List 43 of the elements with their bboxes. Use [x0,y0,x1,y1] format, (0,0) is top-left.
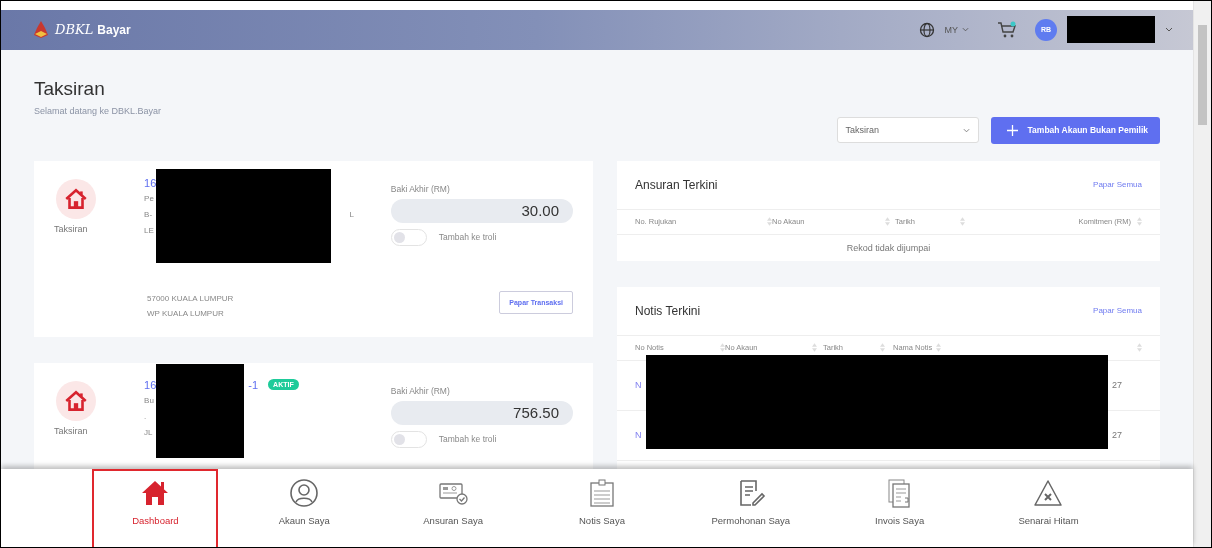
nav-item[interactable]: Ansuran Saya [390,469,517,547]
nav-item[interactable]: Akaun Saya [241,469,368,547]
account-number[interactable]: 16 [144,176,157,189]
nav-item[interactable]: Notis Saya [538,469,665,547]
panel-title: Notis Terkini [635,303,701,318]
table-cell: 27 [1112,380,1122,391]
brand-logo-text: DBKL [55,22,94,38]
balance-amount: 30.00 [390,198,573,223]
language-selector[interactable]: MY [944,24,969,35]
view-all-link[interactable]: Papar Semua [1093,180,1142,190]
toggle-label: Tambah ke troli [438,232,497,243]
address-line: L [349,210,355,220]
address-line: JL [144,428,153,438]
address-line: LE [144,226,154,236]
view-all-link[interactable]: Papar Semua [1093,306,1142,316]
nav-item[interactable]: Senarai Hitam [985,469,1112,547]
account-number[interactable]: 16 [144,378,157,391]
address-line: Bu [144,396,154,406]
balance-label: Baki Akhir (RM) [390,385,451,396]
panel-title: Ansuran Terkini [635,177,718,192]
notice-link[interactable]: N [635,430,642,441]
category-dropdown[interactable]: Taksiran [836,117,979,144]
nav-item[interactable]: Dashboard [92,469,219,547]
nav-item[interactable]: Invois Saya [836,469,963,547]
address-line: WP KUALA LUMPUR [147,308,225,318]
table-cell: 27 [1112,430,1122,441]
notice-link[interactable]: N [635,380,642,391]
page-title: Taksiran [34,77,106,100]
balance-amount: 756.50 [390,400,573,425]
account-type-label: Taksiran [54,223,88,234]
nav-item[interactable]: Permohonan Saya [687,469,814,547]
empty-message: Rekod tidak dijumpai [846,242,931,253]
account-number-suffix[interactable]: -1 [248,378,259,391]
address-line: B- [144,210,153,220]
balance-label: Baki Akhir (RM) [390,183,451,194]
brand-name: Bayar [97,22,131,37]
address-line: 57000 KUALA LUMPUR [147,293,234,303]
account-type-label: Taksiran [54,425,88,436]
toggle-label: Tambah ke troli [438,434,497,445]
add-account-button[interactable]: Tambah Akaun Bukan Pemilik [990,116,1160,144]
page-subtitle: Selamat datang ke DBKL.Bayar [34,105,162,116]
address-line: . [144,412,147,422]
address-line: Pe [144,194,154,204]
